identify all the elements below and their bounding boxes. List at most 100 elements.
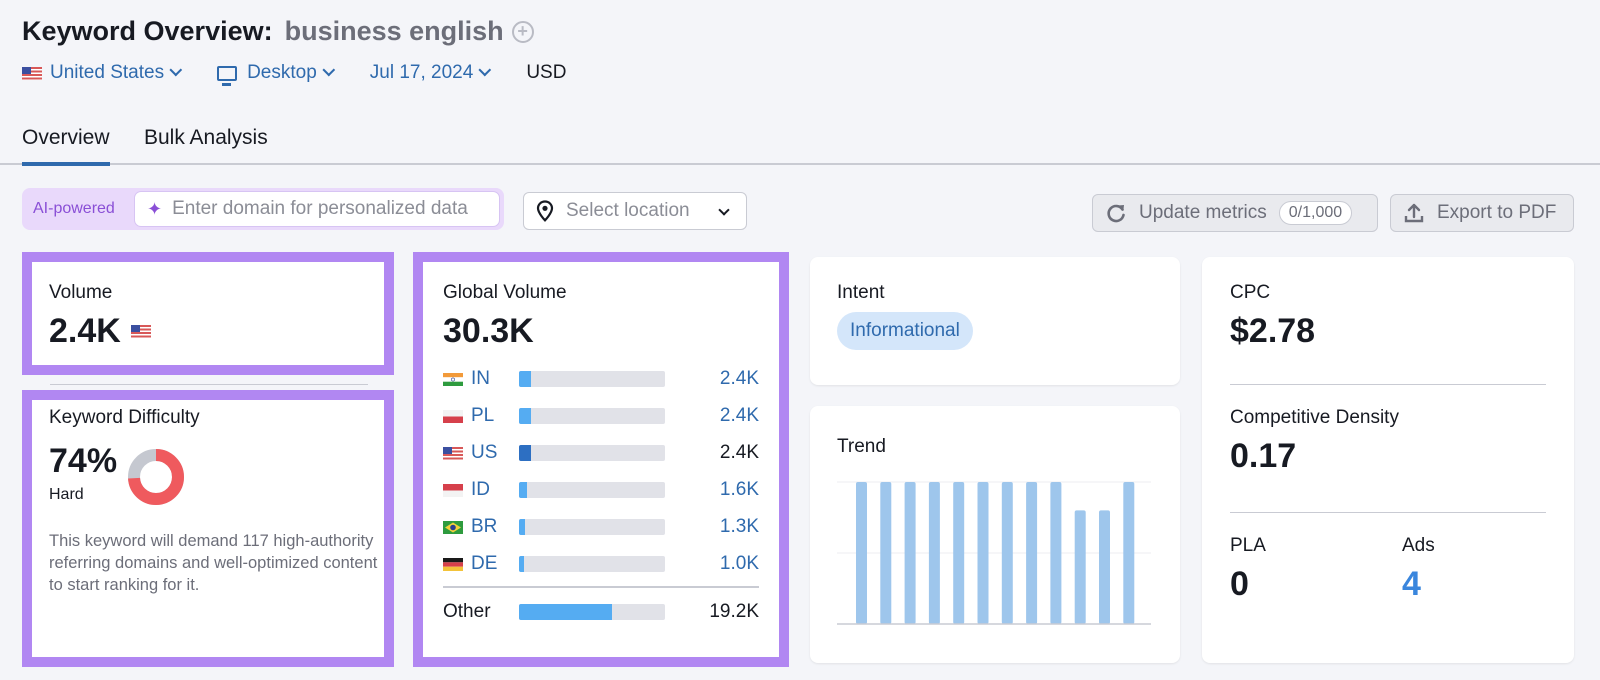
refresh-icon <box>1107 204 1125 223</box>
country-share-fill <box>519 371 531 387</box>
country-share-bar <box>519 445 665 461</box>
country-row[interactable]: US 2.4K <box>443 440 759 466</box>
keyword-name: business english <box>284 16 504 46</box>
tab-bar: Overview Bulk Analysis <box>0 120 1600 166</box>
intent-badge: Informational <box>837 312 973 350</box>
trend-label: Trend <box>837 436 886 457</box>
date-label: Jul 17, 2024 <box>369 62 474 83</box>
trend-bar[interactable] <box>928 482 940 624</box>
country-share-fill <box>519 408 531 424</box>
country-share-bar <box>519 519 665 535</box>
poland-flag-icon <box>443 409 463 423</box>
update-limit-badge: 0/1,000 <box>1278 201 1353 225</box>
country-volume: 1.6K <box>719 479 759 500</box>
country-share-fill <box>519 445 531 461</box>
country-share-bar <box>519 408 665 424</box>
country-share-fill <box>519 519 526 535</box>
tab-overview[interactable]: Overview <box>22 126 110 166</box>
chevron-down-icon <box>322 63 335 76</box>
country-volume: 2.4K <box>719 368 759 389</box>
country-share-bar <box>519 482 665 498</box>
sparkle-icon: ✦ <box>147 198 163 219</box>
kd-description: This keyword will demand 117 high-author… <box>49 532 378 594</box>
country-code: IN <box>471 368 490 389</box>
domain-input[interactable] <box>172 198 483 220</box>
tab-bulk-analysis[interactable]: Bulk Analysis <box>144 126 268 150</box>
trend-bar[interactable] <box>1123 482 1135 624</box>
volume-value: 2.4K <box>49 312 121 350</box>
desktop-icon <box>217 65 238 86</box>
trend-bar[interactable] <box>1026 482 1038 624</box>
cpc-card: CPC $2.78 Competitive Density 0.17 PLA 0… <box>1202 257 1574 663</box>
trend-card: Trend <box>810 406 1180 663</box>
device-dropdown[interactable]: Desktop <box>217 62 335 86</box>
trend-bar[interactable] <box>1001 482 1013 624</box>
card-divider <box>50 384 368 385</box>
trend-bar[interactable] <box>904 482 916 624</box>
country-volume: 2.4K <box>719 442 759 463</box>
country-share-bar <box>519 371 665 387</box>
us-flag-icon <box>443 446 463 460</box>
country-share-fill <box>519 482 527 498</box>
update-metrics-button[interactable]: Update metrics 0/1,000 <box>1092 194 1378 232</box>
update-metrics-label: Update metrics <box>1139 202 1267 223</box>
competitive-density-label: Competitive Density <box>1230 407 1399 428</box>
cpc-value: $2.78 <box>1230 312 1316 350</box>
other-volume: 19.2K <box>709 601 759 622</box>
country-row[interactable]: ID 1.6K <box>443 477 759 503</box>
indonesia-flag-icon <box>443 483 463 497</box>
country-code: PL <box>471 405 495 426</box>
country-code: BR <box>471 516 498 537</box>
ads-value-link[interactable]: 4 <box>1402 565 1421 604</box>
location-pin-icon <box>536 200 554 222</box>
germany-flag-icon <box>443 557 463 571</box>
trend-bar[interactable] <box>1099 510 1110 624</box>
country-row[interactable]: BR 1.3K <box>443 514 759 540</box>
trend-bar[interactable] <box>953 482 965 624</box>
country-code: US <box>471 442 498 463</box>
kd-value: 74% <box>49 442 118 480</box>
trend-bar[interactable] <box>1050 482 1062 624</box>
date-dropdown[interactable]: Jul 17, 2024 <box>369 62 492 84</box>
ai-powered-label: AI-powered <box>33 200 115 217</box>
currency-label: USD <box>526 62 567 83</box>
kd-label: Keyword Difficulty <box>49 407 200 428</box>
global-volume-value: 30.3K <box>443 312 534 350</box>
intent-card: Intent Informational <box>810 257 1180 385</box>
ads-label: Ads <box>1402 535 1435 556</box>
export-pdf-button[interactable]: Export to PDF <box>1390 194 1574 232</box>
list-divider <box>443 586 759 588</box>
other-label: Other <box>443 601 491 622</box>
trend-bar[interactable] <box>880 482 892 624</box>
country-volume: 1.3K <box>719 516 759 537</box>
global-volume-label: Global Volume <box>443 282 567 303</box>
country-code: DE <box>471 553 498 574</box>
page-title: Keyword Overview: <box>22 16 273 46</box>
trend-bar[interactable] <box>856 482 867 624</box>
volume-card: Volume 2.4K <box>22 252 394 375</box>
cpc-label: CPC <box>1230 282 1271 303</box>
country-share-bar <box>519 556 665 572</box>
trend-bar[interactable] <box>1074 510 1086 624</box>
chevron-down-icon <box>169 63 183 76</box>
other-row: Other 19.2K <box>443 599 759 625</box>
india-flag-icon <box>443 372 463 386</box>
location-select[interactable]: Select location <box>523 192 747 230</box>
plus-circle-icon[interactable]: + <box>511 20 534 43</box>
country-row[interactable]: DE 1.0K <box>443 551 759 577</box>
export-label: Export to PDF <box>1437 202 1557 223</box>
kd-donut-chart <box>128 449 184 505</box>
kd-level: Hard <box>49 486 84 503</box>
trend-bar[interactable] <box>977 482 989 624</box>
country-dropdown[interactable]: United States <box>22 62 183 84</box>
country-row[interactable]: PL 2.4K <box>443 403 759 429</box>
country-volume: 2.4K <box>719 405 759 426</box>
country-row[interactable]: IN 2.4K <box>443 366 759 392</box>
upload-icon <box>1404 203 1424 223</box>
country-volume: 1.0K <box>719 553 759 574</box>
country-label: United States <box>50 62 165 83</box>
global-volume-card: Global Volume 30.3K IN 2.4K PL 2.4K US 2… <box>413 252 789 667</box>
country-share-fill <box>519 556 524 572</box>
ai-domain-box: AI-powered ✦ <box>22 188 504 230</box>
location-placeholder: Select location <box>566 200 690 221</box>
